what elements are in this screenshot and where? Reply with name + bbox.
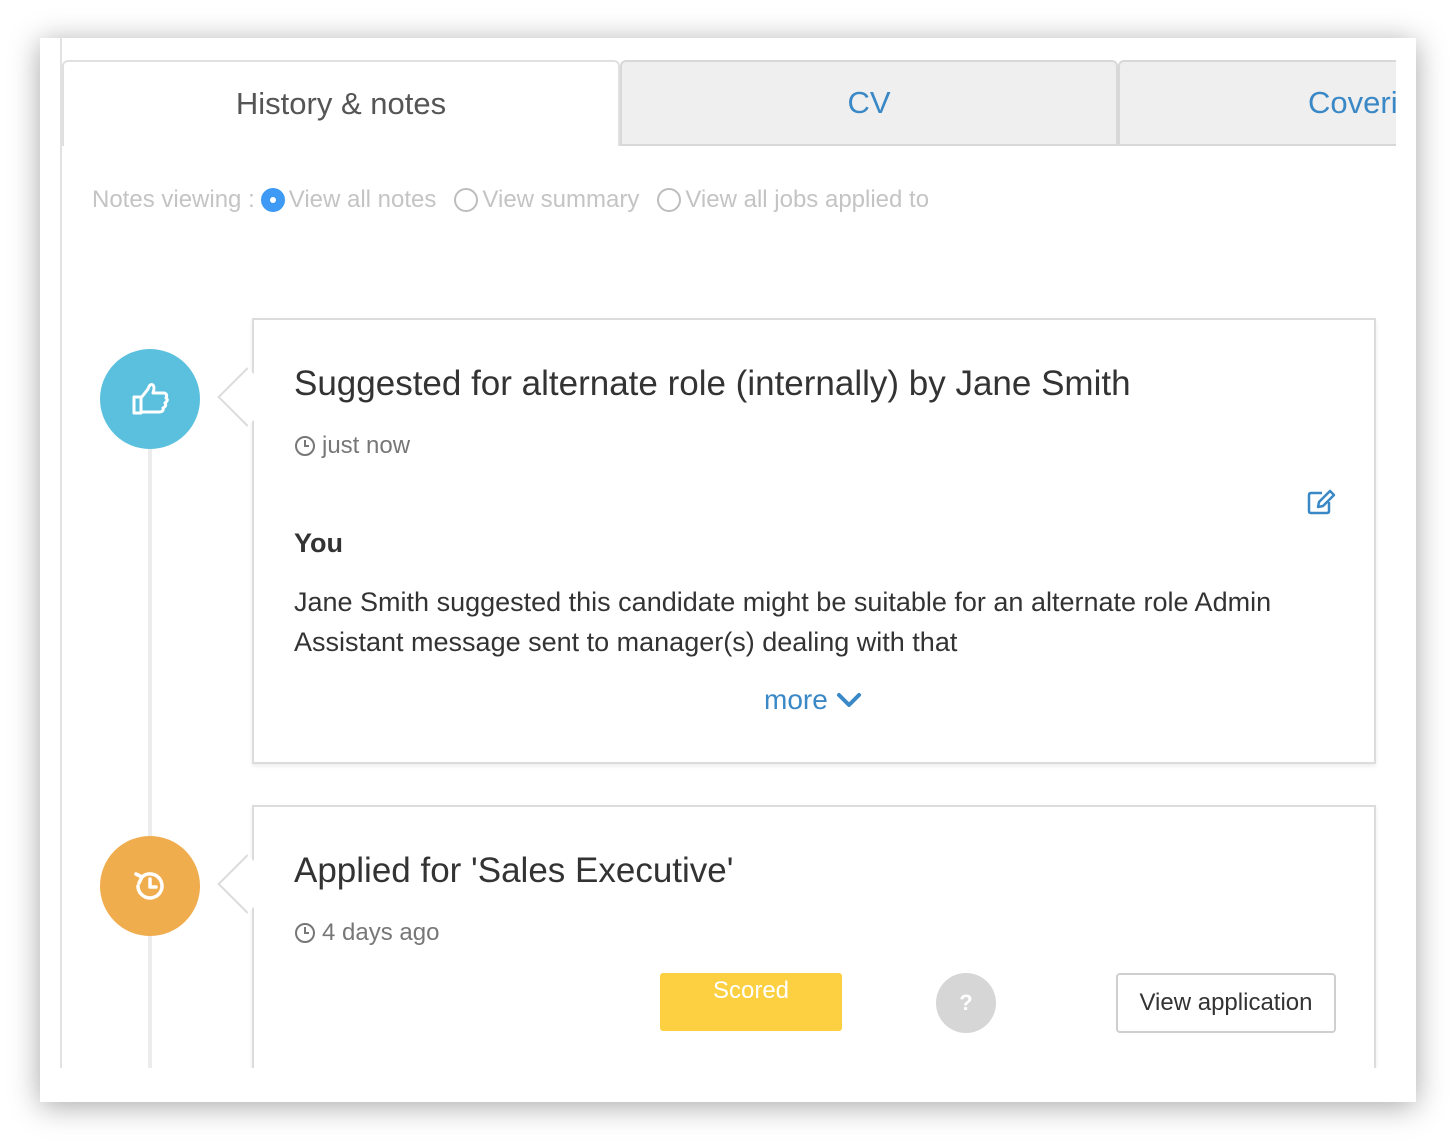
more-label: more bbox=[764, 684, 828, 715]
question-icon: ? bbox=[959, 990, 973, 1015]
thumbs-up-icon bbox=[132, 383, 169, 415]
clock-icon bbox=[295, 436, 315, 456]
notes-viewing-label: Notes viewing : bbox=[92, 186, 255, 213]
tab-bar: History & notes CV Coveri bbox=[62, 60, 1396, 146]
edit-note-button[interactable] bbox=[1306, 488, 1336, 521]
card-pointer bbox=[217, 854, 277, 914]
radio-label: View all notes bbox=[288, 186, 437, 213]
radio-button[interactable] bbox=[260, 188, 285, 212]
timeline-badge-applied bbox=[100, 836, 200, 936]
note-timestamp: 4 days ago bbox=[294, 919, 439, 947]
radio-button[interactable] bbox=[454, 188, 479, 212]
note-author: You bbox=[294, 528, 343, 558]
radio-view-summary[interactable]: View summary bbox=[454, 186, 639, 214]
view-application-button[interactable]: View application bbox=[1116, 973, 1336, 1033]
help-button[interactable]: ? bbox=[936, 973, 996, 1033]
note-title: Applied for 'Sales Executive' bbox=[294, 851, 734, 890]
tab-label: Coveri bbox=[1308, 85, 1396, 120]
note-timestamp: just now bbox=[294, 432, 410, 460]
radio-view-all-notes[interactable]: View all notes bbox=[260, 186, 437, 214]
tab-label: CV bbox=[847, 85, 891, 120]
radio-view-all-jobs[interactable]: View all jobs applied to bbox=[657, 186, 929, 214]
note-card-suggested: Suggested for alternate role (internally… bbox=[217, 318, 1376, 764]
more-link[interactable]: more bbox=[764, 684, 862, 716]
timeline-line bbox=[148, 398, 152, 1068]
note-card-applied: Applied for 'Sales Executive' 4 days ago… bbox=[217, 805, 1376, 1068]
timeline-badge-suggested bbox=[100, 349, 200, 449]
edit-icon bbox=[1307, 489, 1336, 515]
clock-icon bbox=[295, 923, 315, 943]
tab-label: History & notes bbox=[235, 86, 447, 121]
scored-label: Scored bbox=[712, 977, 790, 1004]
history-icon bbox=[134, 872, 164, 900]
tab-covering-letter[interactable]: Coveri bbox=[1118, 60, 1396, 146]
radio-button[interactable] bbox=[657, 188, 682, 212]
scored-badge[interactable]: Scored bbox=[660, 973, 842, 1031]
window-frame: History & notes CV Coveri Notes viewing … bbox=[40, 38, 1416, 1102]
tab-cv[interactable]: CV bbox=[620, 60, 1118, 146]
tab-history-notes[interactable]: History & notes bbox=[62, 60, 620, 146]
chevron-down-icon bbox=[836, 693, 861, 707]
candidate-panel: History & notes CV Coveri Notes viewing … bbox=[60, 38, 1396, 1068]
notes-viewing-filter: Notes viewing : View all notes View summ… bbox=[92, 183, 947, 217]
card-pointer bbox=[217, 367, 277, 427]
radio-label: View summary bbox=[482, 186, 640, 213]
button-label: View application bbox=[1139, 989, 1313, 1016]
time-text: 4 days ago bbox=[322, 919, 440, 946]
note-body: Jane Smith suggested this candidate migh… bbox=[294, 587, 1272, 657]
time-text: just now bbox=[322, 432, 411, 459]
radio-label: View all jobs applied to bbox=[685, 186, 930, 213]
note-title: Suggested for alternate role (internally… bbox=[294, 364, 1131, 403]
